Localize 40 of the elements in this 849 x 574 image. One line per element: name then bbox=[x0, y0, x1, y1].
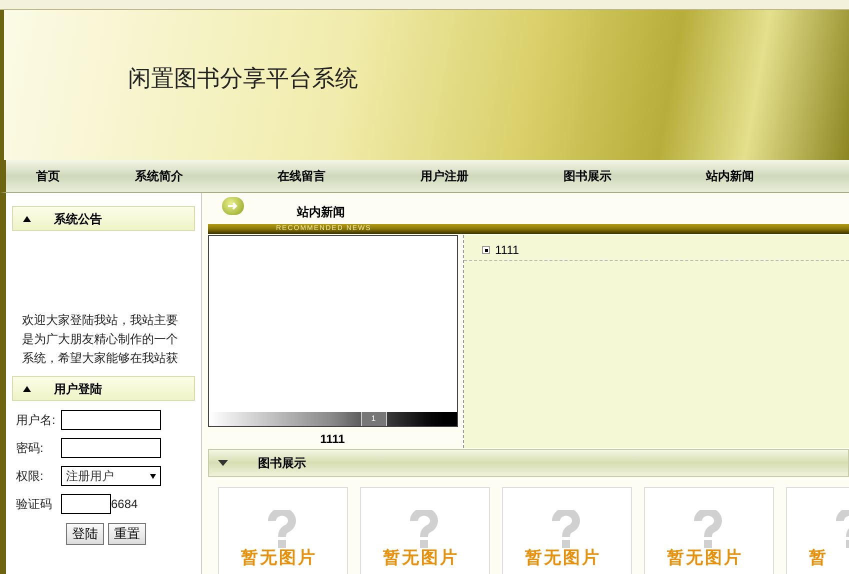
no-image-caption: 暂无图片 bbox=[525, 548, 601, 568]
field-label: 权限: bbox=[16, 468, 44, 485]
role-select[interactable]: 注册用户 bbox=[61, 466, 161, 486]
no-image-caption: 暂 bbox=[809, 548, 828, 568]
field-label: 密码: bbox=[16, 440, 44, 457]
triangle-icon bbox=[23, 216, 31, 222]
caret-icon bbox=[218, 460, 228, 466]
question-mark-icon bbox=[409, 510, 439, 548]
dropdown-arrow-icon bbox=[150, 474, 156, 478]
password-field[interactable] bbox=[61, 438, 161, 458]
panel-title: 用户登陆 bbox=[54, 380, 102, 398]
field-label: 验证码 bbox=[16, 496, 53, 513]
nav-link[interactable]: 用户注册 bbox=[420, 167, 564, 185]
captcha-code: 6684 bbox=[111, 496, 138, 513]
announcement-text: 欢迎大家登陆我站，我站主要是为广大朋友精心制作的一个系统，希望大家能够在我站获 bbox=[22, 312, 179, 367]
nav-link[interactable]: 站内新闻 bbox=[706, 167, 849, 185]
panel-title: 系统公告 bbox=[54, 210, 102, 228]
no-image-caption: 暂无图片 bbox=[667, 548, 743, 568]
no-image-caption: 暂无图片 bbox=[241, 548, 317, 568]
field-label: 用户名: bbox=[16, 412, 56, 429]
bullet-icon bbox=[482, 246, 490, 254]
news-link[interactable]: 1111 bbox=[495, 241, 520, 260]
slide-page-button[interactable]: 1 bbox=[360, 412, 386, 426]
nav-link[interactable]: 图书展示 bbox=[563, 167, 706, 185]
question-mark-icon bbox=[693, 510, 723, 548]
nav-link[interactable]: 首页 bbox=[36, 167, 135, 185]
reset-button[interactable]: 重置 bbox=[108, 523, 146, 545]
panel-title: 图书展示 bbox=[258, 454, 306, 472]
slide-caption: 1111 bbox=[320, 430, 345, 448]
nav-link[interactable]: 系统简介 bbox=[134, 167, 278, 185]
login-button[interactable]: 登陆 bbox=[66, 523, 104, 545]
nav-link[interactable]: 在线留言 bbox=[278, 167, 421, 185]
section-title: 站内新闻 bbox=[297, 204, 345, 221]
question-mark-icon bbox=[551, 510, 581, 548]
site-title: 闲置图书分享平台系统 bbox=[128, 64, 358, 94]
username-field[interactable] bbox=[61, 410, 161, 430]
question-mark-icon bbox=[267, 510, 297, 548]
captcha-field[interactable] bbox=[61, 494, 111, 514]
no-image-caption: 暂无图片 bbox=[383, 548, 459, 568]
triangle-icon bbox=[23, 386, 31, 392]
